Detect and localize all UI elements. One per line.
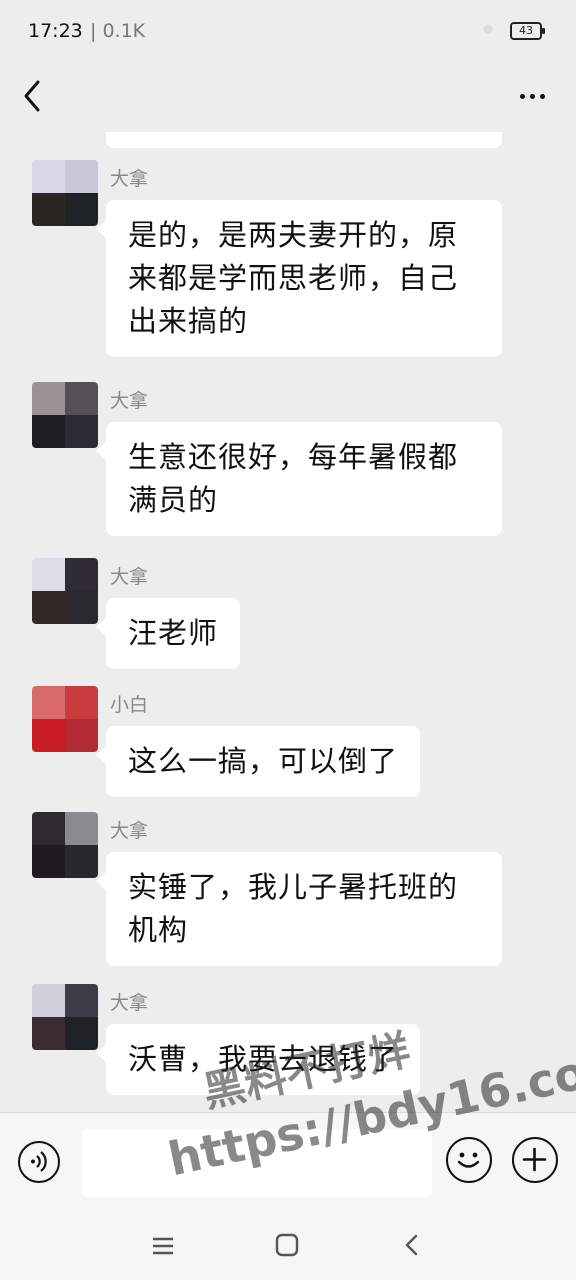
- voice-button[interactable]: [18, 1141, 60, 1183]
- chat-header: [0, 60, 576, 132]
- chevron-left-icon: [24, 80, 40, 112]
- avatar[interactable]: [32, 686, 98, 752]
- avatar[interactable]: [32, 382, 98, 448]
- status-bar: 17:23 | 0.1K 43: [0, 0, 576, 60]
- home-icon[interactable]: [274, 1232, 300, 1258]
- sender-name: 大拿: [110, 168, 149, 190]
- wifi-icon: [480, 21, 496, 37]
- avatar[interactable]: [32, 160, 98, 226]
- message-input[interactable]: [82, 1129, 432, 1197]
- message-bubble[interactable]: 是的，是两夫妻开的，原来都是学而思老师，自己出来搞的: [96, 200, 502, 357]
- status-time: 17:23: [28, 20, 83, 42]
- plus-icon: [522, 1147, 547, 1172]
- sender-name: 大拿: [110, 566, 149, 588]
- message-bubble[interactable]: 汪老师: [95, 598, 241, 669]
- back-button[interactable]: [16, 74, 56, 118]
- plus-button[interactable]: [512, 1137, 558, 1183]
- sender-name: 大拿: [110, 992, 149, 1014]
- message-bubble[interactable]: 这么一搞，可以倒了: [95, 726, 421, 797]
- menu-icon[interactable]: [150, 1234, 176, 1258]
- avatar[interactable]: [32, 812, 98, 878]
- back-icon[interactable]: [400, 1232, 424, 1258]
- avatar[interactable]: [32, 558, 98, 624]
- message-bubble[interactable]: 沃曹，我要去退钱了: [95, 1024, 421, 1095]
- sender-name: 大拿: [110, 820, 149, 842]
- network-speed: | 0.1K: [90, 20, 146, 42]
- sender-name: 小白: [110, 694, 149, 716]
- emoji-button[interactable]: [446, 1137, 492, 1183]
- message-bubble[interactable]: 实锤了，我儿子暑托班的机构: [96, 852, 502, 966]
- input-bar: [0, 1112, 576, 1215]
- sender-name: 大拿: [110, 390, 149, 412]
- emoji-icon: [457, 1152, 480, 1168]
- voice-icon: [31, 1151, 47, 1172]
- battery-icon: 43: [510, 22, 545, 40]
- message-bubble[interactable]: 生意还很好，每年暑假都满员的: [96, 422, 502, 536]
- message-list[interactable]: 大拿 是的，是两夫妻开的，原来都是学而思老师，自己出来搞的 大拿 生意还很好，每…: [0, 132, 576, 1112]
- avatar[interactable]: [32, 984, 98, 1050]
- more-button[interactable]: [512, 76, 552, 116]
- more-horizontal-icon: [519, 93, 525, 99]
- system-navigation-bar: [0, 1214, 576, 1280]
- previous-message-bubble: [106, 132, 502, 148]
